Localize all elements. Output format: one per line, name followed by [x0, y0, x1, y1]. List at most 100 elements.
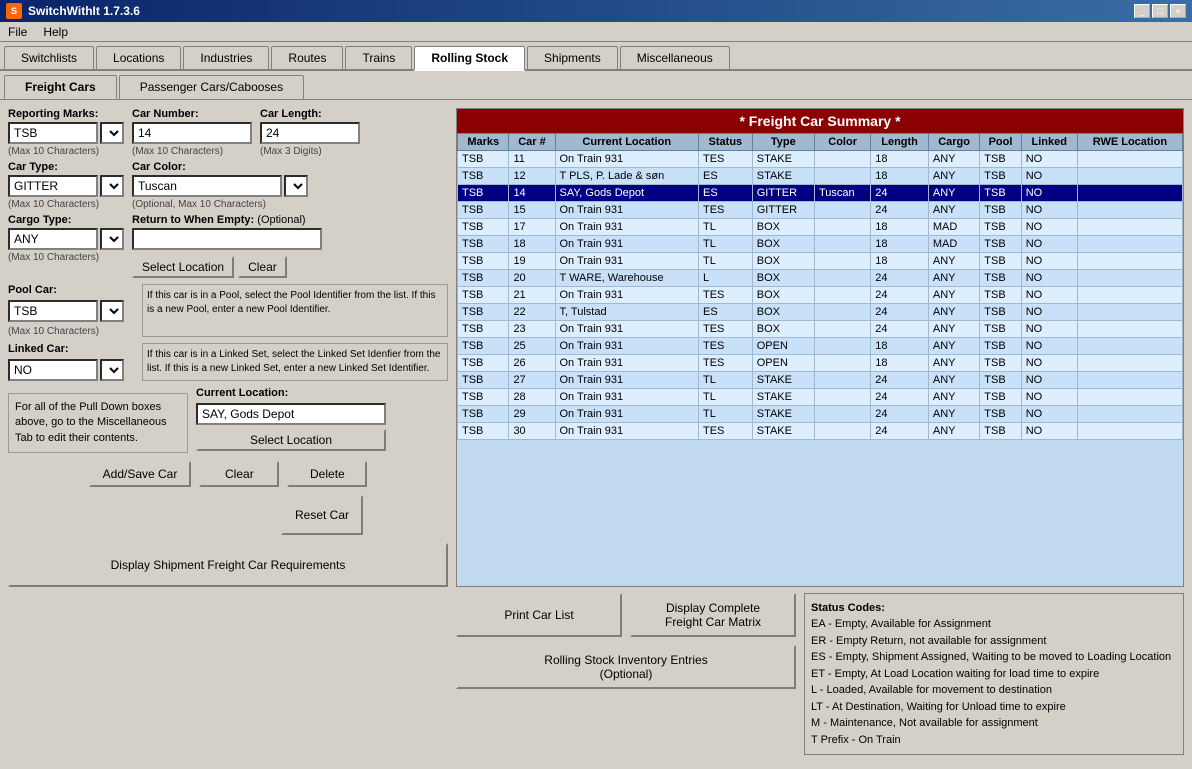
tab-shipments[interactable]: Shipments	[527, 46, 618, 69]
table-cell: TSB	[458, 219, 509, 236]
pool-car-dropdown[interactable]: ▼	[100, 300, 124, 322]
table-cell: 24	[871, 287, 929, 304]
table-header-row: Marks Car # Current Location Status Type…	[458, 134, 1183, 151]
table-cell: 26	[509, 355, 555, 372]
table-cell: 18	[871, 219, 929, 236]
return-when-empty-input[interactable]	[132, 228, 322, 250]
table-row[interactable]: TSB30On Train 931TESSTAKE24ANYTSBNO	[458, 423, 1183, 440]
table-row[interactable]: TSB15On Train 931TESGITTER24ANYTSBNO	[458, 202, 1183, 219]
pool-car-input[interactable]	[8, 300, 98, 322]
tab-rolling-stock[interactable]: Rolling Stock	[414, 46, 525, 71]
table-cell: BOX	[752, 236, 814, 253]
tab-industries[interactable]: Industries	[183, 46, 269, 69]
car-type-sublabel: (Max 10 Characters)	[8, 199, 124, 210]
clear-btn-top[interactable]: Clear	[238, 256, 287, 278]
print-car-list-btn[interactable]: Print Car List	[456, 593, 622, 637]
car-length-input[interactable]	[260, 122, 360, 144]
display-shipment-btn[interactable]: Display Shipment Freight Car Requirement…	[8, 543, 448, 587]
tab-trains[interactable]: Trains	[345, 46, 412, 69]
car-type-input[interactable]	[8, 175, 98, 197]
linked-car-input[interactable]	[8, 359, 98, 381]
tab-miscellaneous[interactable]: Miscellaneous	[620, 46, 730, 69]
tab-locations[interactable]: Locations	[96, 46, 181, 69]
table-cell: TSB	[458, 304, 509, 321]
table-row[interactable]: TSB14SAY, Gods DepotESGITTERTuscan24ANYT…	[458, 185, 1183, 202]
car-number-input[interactable]	[132, 122, 252, 144]
linked-section: Linked Car: ▼ If this car is in a Linked…	[8, 343, 448, 381]
table-cell: 18	[871, 355, 929, 372]
menu-file[interactable]: File	[4, 25, 31, 39]
reporting-marks-input[interactable]	[8, 122, 98, 144]
add-save-btn[interactable]: Add/Save Car	[89, 461, 192, 487]
reporting-marks-sublabel: (Max 10 Characters)	[8, 146, 124, 157]
table-cell: TSB	[458, 355, 509, 372]
table-row[interactable]: TSB26On Train 931TESOPEN18ANYTSBNO	[458, 355, 1183, 372]
tab-routes[interactable]: Routes	[271, 46, 343, 69]
status-codes-title: Status Codes:	[811, 600, 1177, 617]
select-location-btn-top[interactable]: Select Location	[132, 256, 234, 278]
bottom-area: Print Car List Display Complete Freight …	[456, 593, 1184, 756]
summary-panel: * Freight Car Summary * Marks Car # Curr…	[456, 108, 1184, 587]
table-row[interactable]: TSB17On Train 931TLBOX18MADTSBNO	[458, 219, 1183, 236]
table-row[interactable]: TSB18On Train 931TLBOX18MADTSBNO	[458, 236, 1183, 253]
close-btn[interactable]: ×	[1170, 4, 1186, 18]
subtab-freight-cars[interactable]: Freight Cars	[4, 75, 117, 99]
table-row[interactable]: TSB22T, TulstadESBOX24ANYTSBNO	[458, 304, 1183, 321]
sub-tab-bar: Freight Cars Passenger Cars/Cabooses	[0, 71, 1192, 100]
table-cell: 18	[871, 338, 929, 355]
car-color-dropdown[interactable]: ▼	[284, 175, 308, 197]
table-cell: OPEN	[752, 355, 814, 372]
table-cell: ANY	[928, 185, 979, 202]
table-cell: BOX	[752, 253, 814, 270]
current-location-group: Current Location: Select Location	[196, 387, 386, 453]
tab-switchlists[interactable]: Switchlists	[4, 46, 94, 69]
table-row[interactable]: TSB20T WARE, WarehouseLBOX24ANYTSBNO	[458, 270, 1183, 287]
rolling-stock-btn[interactable]: Rolling Stock Inventory Entries (Optiona…	[456, 645, 796, 689]
current-location-input[interactable]	[196, 403, 386, 425]
table-cell: ANY	[928, 338, 979, 355]
menu-help[interactable]: Help	[39, 25, 72, 39]
select-location-btn-bottom[interactable]: Select Location	[196, 429, 386, 451]
table-cell	[1077, 168, 1182, 185]
table-cell: BOX	[752, 287, 814, 304]
table-cell: 22	[509, 304, 555, 321]
table-cell: MAD	[928, 219, 979, 236]
table-row[interactable]: TSB27On Train 931TLSTAKE24ANYTSBNO	[458, 372, 1183, 389]
subtab-passenger-cars[interactable]: Passenger Cars/Cabooses	[119, 75, 304, 99]
car-color-input[interactable]	[132, 175, 282, 197]
table-row[interactable]: TSB23On Train 931TESBOX24ANYTSBNO	[458, 321, 1183, 338]
cargo-type-dropdown[interactable]: ▼	[100, 228, 124, 250]
table-row[interactable]: TSB19On Train 931TLBOX18ANYTSBNO	[458, 253, 1183, 270]
reset-car-btn[interactable]: Reset Car	[281, 495, 363, 535]
summary-table-wrap[interactable]: Marks Car # Current Location Status Type…	[457, 133, 1183, 440]
table-cell: 18	[871, 168, 929, 185]
table-cell: TL	[698, 406, 752, 423]
table-row[interactable]: TSB21On Train 931TESBOX24ANYTSBNO	[458, 287, 1183, 304]
table-cell	[814, 236, 870, 253]
restore-btn[interactable]: □	[1152, 4, 1168, 18]
table-row[interactable]: TSB29On Train 931TLSTAKE24ANYTSBNO	[458, 406, 1183, 423]
table-cell: TES	[698, 355, 752, 372]
table-row[interactable]: TSB28On Train 931TLSTAKE24ANYTSBNO	[458, 389, 1183, 406]
delete-btn[interactable]: Delete	[287, 461, 367, 487]
table-cell: TSB	[980, 338, 1021, 355]
linked-car-dropdown[interactable]: ▼	[100, 359, 124, 381]
table-cell: ANY	[928, 270, 979, 287]
clear-btn-main[interactable]: Clear	[199, 461, 279, 487]
status-code-item: ES - Empty, Shipment Assigned, Waiting t…	[811, 649, 1177, 666]
table-cell	[1077, 355, 1182, 372]
table-cell	[814, 219, 870, 236]
table-row[interactable]: TSB12T PLS, P. Lade & sønESSTAKE18ANYTSB…	[458, 168, 1183, 185]
table-cell: TSB	[458, 423, 509, 440]
minimize-btn[interactable]: _	[1134, 4, 1150, 18]
table-row[interactable]: TSB25On Train 931TESOPEN18ANYTSBNO	[458, 338, 1183, 355]
reporting-marks-dropdown[interactable]: ▼	[100, 122, 124, 144]
table-cell: TSB	[458, 287, 509, 304]
table-row[interactable]: TSB11On Train 931TESSTAKE18ANYTSBNO	[458, 151, 1183, 168]
cargo-type-input[interactable]	[8, 228, 98, 250]
table-cell	[1077, 202, 1182, 219]
car-type-dropdown[interactable]: ▼	[100, 175, 124, 197]
table-cell: On Train 931	[555, 202, 698, 219]
table-cell: 19	[509, 253, 555, 270]
display-complete-btn[interactable]: Display Complete Freight Car Matrix	[630, 593, 796, 637]
